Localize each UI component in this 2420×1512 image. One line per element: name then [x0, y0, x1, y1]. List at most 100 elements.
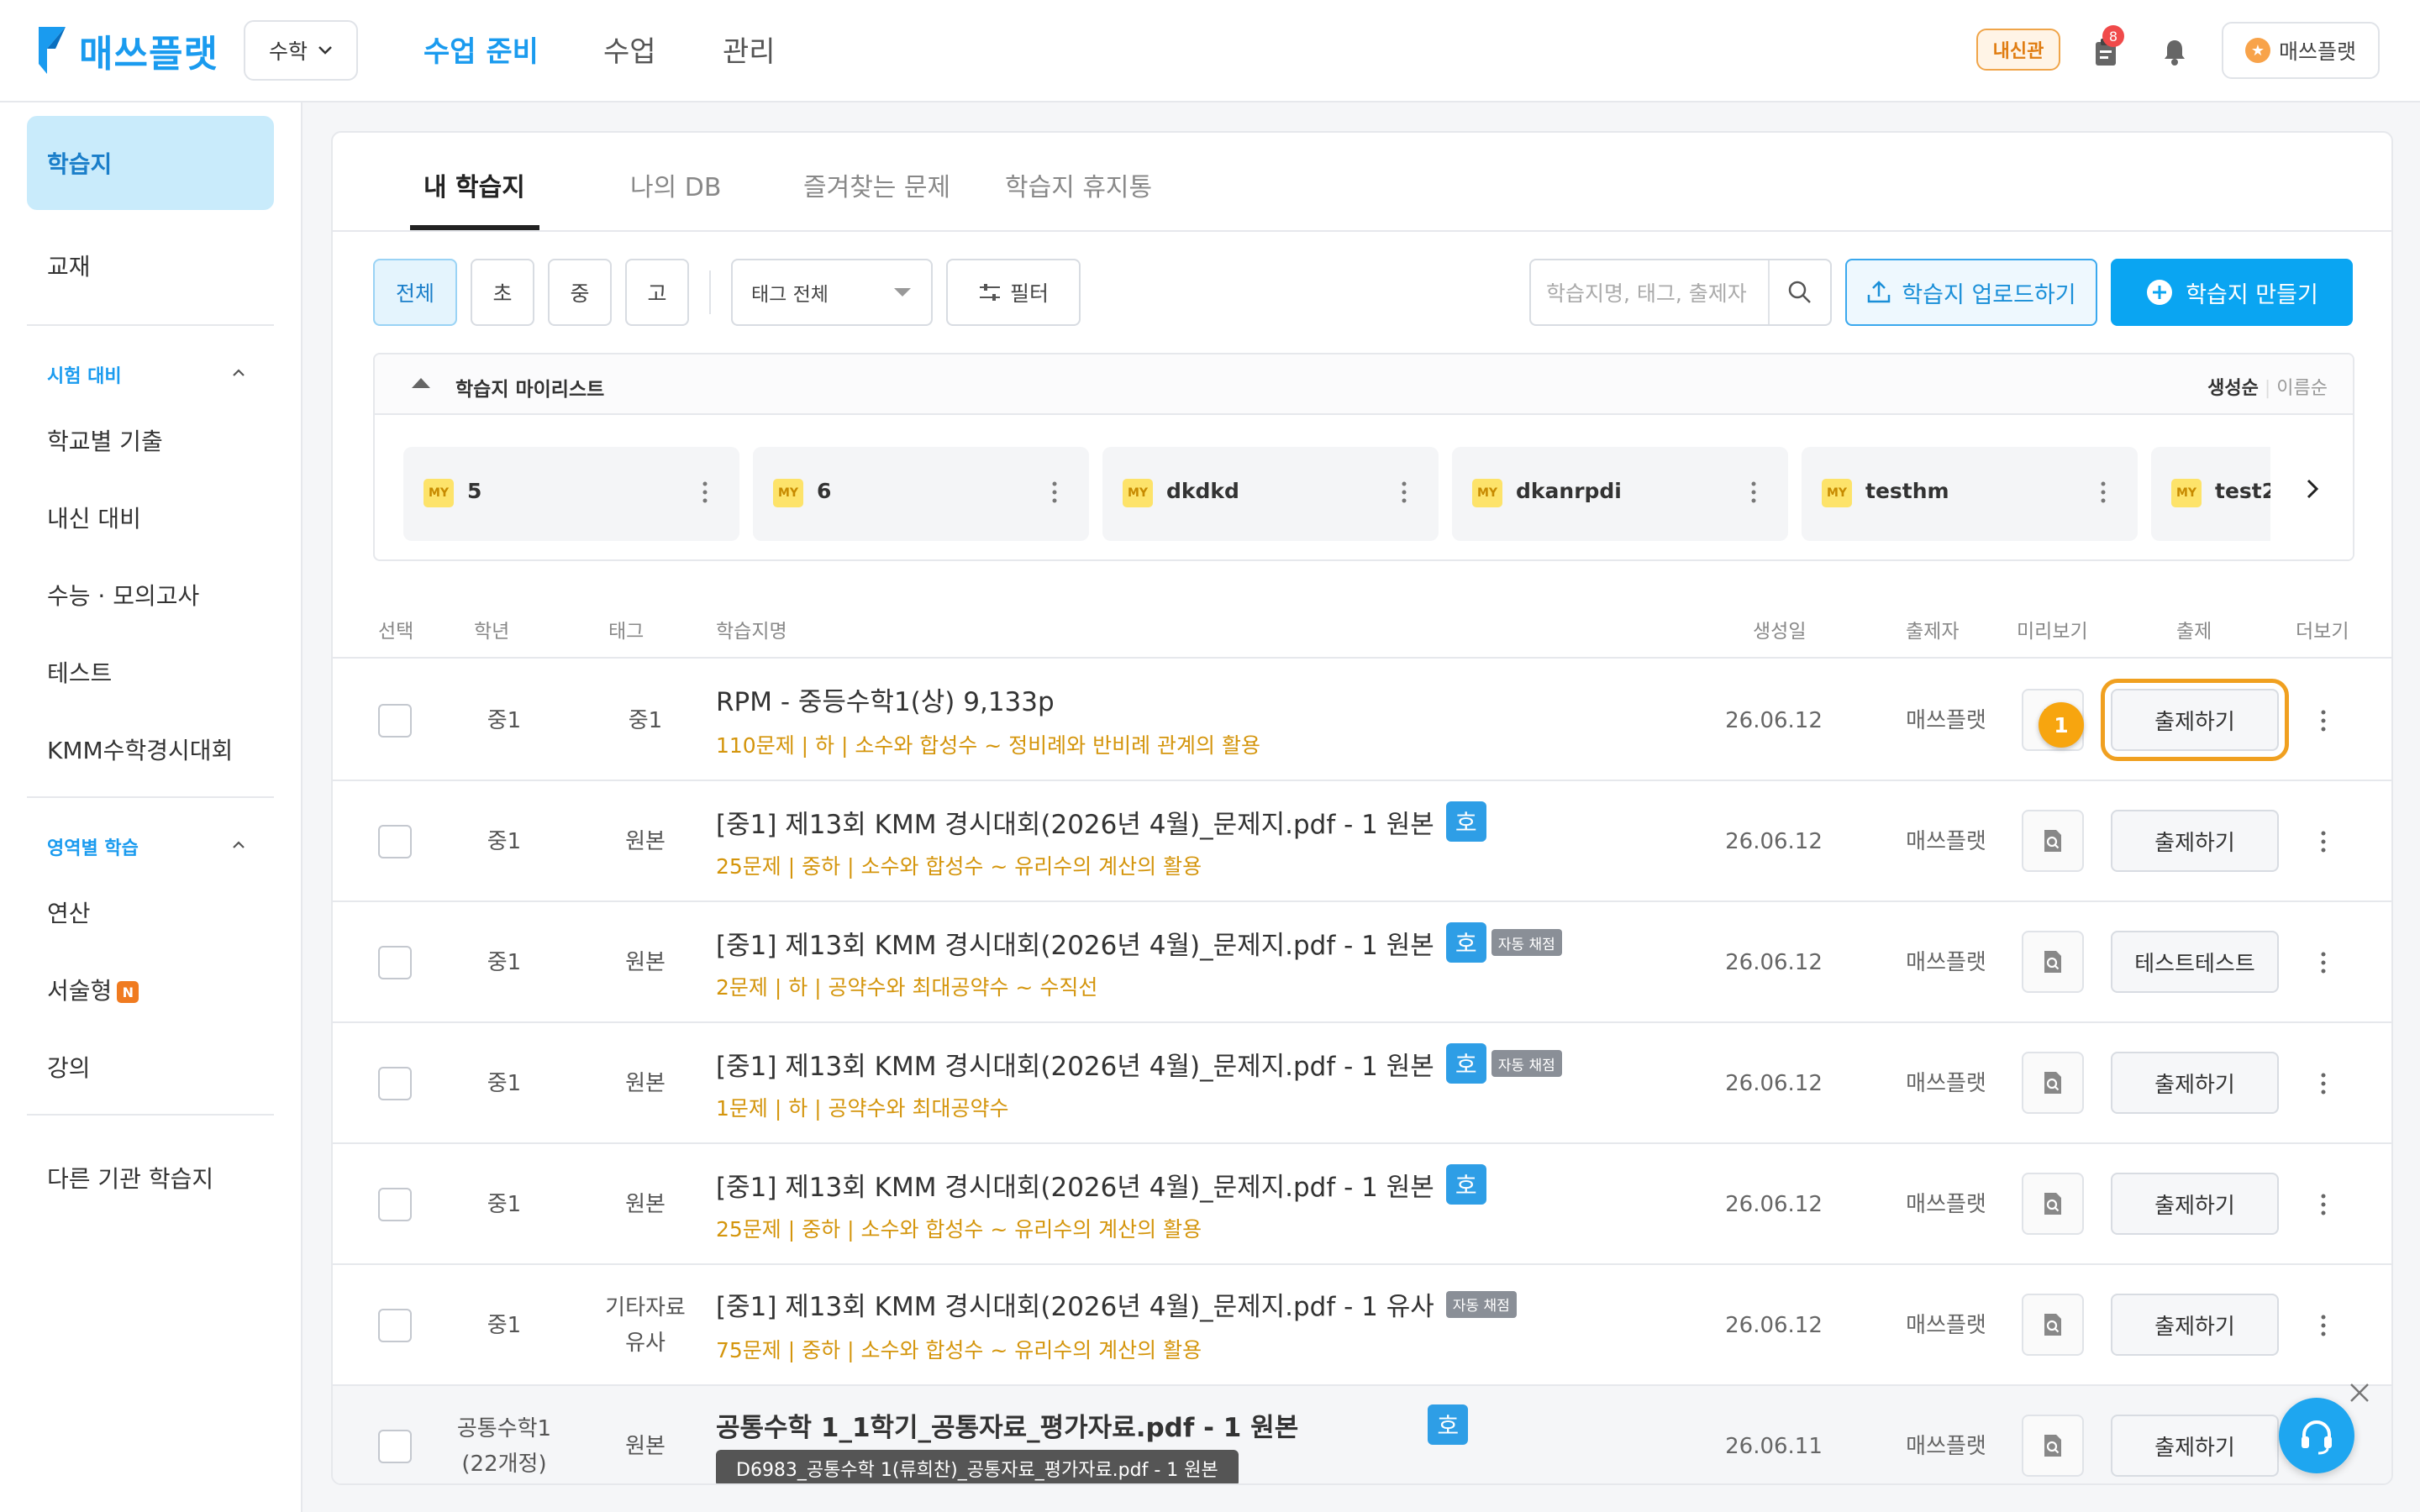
- sidebar-item-naesin[interactable]: 내신 대비: [47, 501, 141, 534]
- more-vertical-icon[interactable]: [2321, 1068, 2326, 1099]
- more-vertical-icon[interactable]: [2321, 706, 2326, 736]
- user-name: 매쓰플랫: [2278, 39, 2356, 64]
- step-marker: 1: [2039, 702, 2084, 748]
- more-vertical-icon[interactable]: [702, 477, 708, 507]
- chevron-up-icon[interactable]: [230, 365, 247, 381]
- search-button[interactable]: [1768, 260, 1830, 324]
- my-list-sort: 생성순 | 이름순: [2207, 378, 2328, 399]
- filter-button[interactable]: 필터: [946, 259, 1081, 326]
- my-list-card[interactable]: MY testhm: [1802, 447, 2138, 541]
- naesin-badge[interactable]: 내신관: [1976, 29, 2060, 71]
- sidebar-item-school-exam[interactable]: 학교별 기출: [47, 423, 163, 457]
- more-vertical-icon[interactable]: [2321, 948, 2326, 978]
- grade-filter-middle[interactable]: 중: [548, 259, 612, 326]
- caret-up-icon[interactable]: [410, 376, 432, 390]
- gnb-class[interactable]: 수업: [603, 29, 656, 70]
- sidebar-item-suneung[interactable]: 수능 · 모의고사: [47, 578, 199, 612]
- row-title[interactable]: 공통수학 1_1학기_공통자료_평가자료.pdf - 1 원본 호: [716, 1404, 1469, 1445]
- row-title[interactable]: [중1] 제13회 KMM 경시대회(2026년 4월)_문제지.pdf - 1…: [716, 1285, 1517, 1323]
- tab-trash[interactable]: 학습지 휴지통: [1005, 166, 1152, 203]
- ho-badge: 호: [1428, 1404, 1469, 1445]
- make-label: 학습지 만들기: [2186, 281, 2318, 308]
- preview-button[interactable]: [2022, 1294, 2084, 1356]
- preview-button[interactable]: [2022, 1052, 2084, 1114]
- grade-filter-high[interactable]: 고: [625, 259, 689, 326]
- more-vertical-icon[interactable]: [1751, 477, 1756, 507]
- sidebar-divider: [27, 1114, 274, 1116]
- row-title[interactable]: [중1] 제13회 KMM 경시대회(2026년 4월)_문제지.pdf - 1…: [716, 1164, 1486, 1205]
- row-checkbox[interactable]: [378, 1309, 412, 1342]
- preview-button[interactable]: [2022, 1415, 2084, 1477]
- more-vertical-icon[interactable]: [2321, 827, 2326, 857]
- row-title[interactable]: [중1] 제13회 KMM 경시대회(2026년 4월)_문제지.pdf - 1…: [716, 1043, 1562, 1084]
- more-vertical-icon[interactable]: [2101, 477, 2106, 507]
- more-vertical-icon[interactable]: [1402, 477, 1407, 507]
- preview-button[interactable]: [2022, 931, 2084, 993]
- row-date: 26.06.12: [1725, 1192, 1823, 1217]
- sidebar-item-essay[interactable]: 서술형 N: [47, 973, 139, 1006]
- assign-button[interactable]: 테스트테스트: [2111, 931, 2279, 993]
- grade-filter-elem[interactable]: 초: [471, 259, 534, 326]
- tab-favorites[interactable]: 즐겨찾는 문제: [803, 166, 950, 203]
- row-title[interactable]: [중1] 제13회 KMM 경시대회(2026년 4월)_문제지.pdf - 1…: [716, 922, 1562, 963]
- sidebar-section-exam[interactable]: 시험 대비: [47, 361, 122, 388]
- tab-my-db[interactable]: 나의 DB: [630, 166, 721, 203]
- search-input[interactable]: 학습지명, 태그, 출제자: [1531, 277, 1768, 307]
- sidebar-item-textbook[interactable]: 교재: [47, 249, 91, 282]
- sidebar-item-lecture[interactable]: 강의: [47, 1050, 91, 1084]
- assign-button[interactable]: 출제하기: [2101, 679, 2289, 761]
- table-row: 중1 원본 [중1] 제13회 KMM 경시대회(2026년 4월)_문제지.pdf…: [333, 902, 2391, 1023]
- sidebar-item-test[interactable]: 테스트: [47, 655, 112, 689]
- sort-created[interactable]: 생성순: [2207, 378, 2259, 399]
- sort-name[interactable]: 이름순: [2276, 378, 2328, 399]
- row-checkbox[interactable]: [378, 1188, 412, 1221]
- tag-select[interactable]: 태그 전체: [731, 259, 933, 326]
- more-vertical-icon[interactable]: [2321, 1310, 2326, 1341]
- bell-icon[interactable]: [2156, 34, 2193, 71]
- sidebar-item-worksheet[interactable]: 학습지: [27, 116, 274, 210]
- subject-select[interactable]: 수학: [244, 20, 358, 81]
- preview-button[interactable]: [2022, 810, 2084, 872]
- grade-filter-all[interactable]: 전체: [373, 259, 457, 326]
- tab-my-worksheet[interactable]: 내 학습지: [424, 166, 525, 203]
- preview-button[interactable]: [2022, 1173, 2084, 1235]
- row-checkbox[interactable]: [378, 1430, 412, 1463]
- row-checkbox[interactable]: [378, 1067, 412, 1100]
- logo[interactable]: 매쓰플랫: [35, 24, 218, 77]
- my-list-card[interactable]: MY 5: [403, 447, 739, 541]
- assign-button[interactable]: 출제하기: [2111, 810, 2279, 872]
- sidebar-section-area[interactable]: 영역별 학습: [47, 833, 139, 860]
- row-date: 26.06.11: [1725, 1434, 1823, 1459]
- my-list-next-button[interactable]: [2270, 417, 2353, 559]
- row-checkbox[interactable]: [378, 946, 412, 979]
- col-header-select: 선택: [378, 621, 414, 643]
- close-icon[interactable]: [2348, 1381, 2371, 1404]
- my-list-card[interactable]: MY 6: [753, 447, 1089, 541]
- sidebar-item-calc[interactable]: 연산: [47, 895, 91, 929]
- upload-worksheet-button[interactable]: 학습지 업로드하기: [1845, 259, 2097, 326]
- row-date: 26.06.12: [1725, 1071, 1823, 1096]
- make-worksheet-button[interactable]: 학습지 만들기: [2111, 259, 2353, 326]
- row-title-text: [중1] 제13회 KMM 경시대회(2026년 4월)_문제지.pdf - 1…: [716, 1051, 1434, 1082]
- more-vertical-icon[interactable]: [2321, 1189, 2326, 1220]
- sidebar-item-other[interactable]: 다른 기관 학습지: [47, 1161, 213, 1194]
- assign-button[interactable]: 출제하기: [2111, 1294, 2279, 1356]
- row-title[interactable]: RPM - 중등수학1(상) 9,133p: [716, 680, 1055, 718]
- row-checkbox[interactable]: [378, 704, 412, 738]
- help-chat-button[interactable]: [2279, 1398, 2354, 1473]
- assign-button[interactable]: 출제하기: [2111, 1052, 2279, 1114]
- row-summary: 2문제 | 하 | 공약수와 최대공약수 ~ 수직선: [716, 975, 1098, 1000]
- row-tag: 원본: [625, 1434, 666, 1459]
- assign-button[interactable]: 출제하기: [2111, 1415, 2279, 1477]
- more-vertical-icon[interactable]: [1052, 477, 1057, 507]
- user-menu-button[interactable]: ★ 매쓰플랫: [2222, 22, 2380, 79]
- row-title[interactable]: [중1] 제13회 KMM 경시대회(2026년 4월)_문제지.pdf - 1…: [716, 801, 1486, 842]
- my-list-card[interactable]: MY dkanrpdi: [1452, 447, 1788, 541]
- my-list-card[interactable]: MY dkdkd: [1102, 447, 1439, 541]
- chevron-up-icon[interactable]: [230, 837, 247, 853]
- sidebar-item-kmm[interactable]: KMM수학경시대회: [47, 732, 233, 766]
- gnb-class-prep[interactable]: 수업 준비: [424, 29, 539, 70]
- gnb-manage[interactable]: 관리: [723, 29, 776, 70]
- assign-button[interactable]: 출제하기: [2111, 1173, 2279, 1235]
- row-checkbox[interactable]: [378, 825, 412, 858]
